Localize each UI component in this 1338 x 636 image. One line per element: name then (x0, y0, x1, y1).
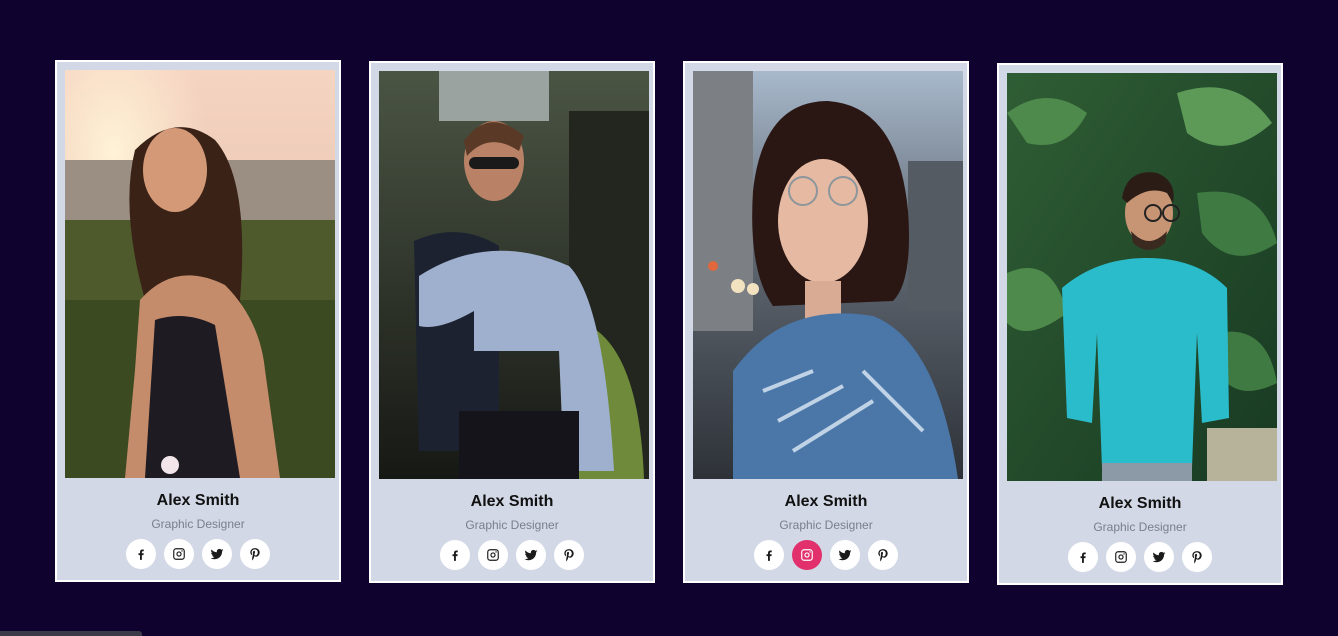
pinterest-icon (1192, 551, 1202, 564)
instagram-link[interactable] (478, 540, 508, 570)
profile-role: Graphic Designer (465, 518, 559, 532)
social-links (371, 540, 653, 570)
twitter-link[interactable] (830, 540, 860, 570)
pinterest-icon (878, 549, 888, 562)
twitter-link[interactable] (202, 539, 232, 569)
facebook-icon (766, 550, 772, 561)
instagram-link[interactable] (1106, 542, 1136, 572)
facebook-icon (138, 549, 144, 560)
profile-name: Alex Smith (784, 493, 868, 510)
profile-name: Alex Smith (470, 493, 554, 510)
profile-name: Alex Smith (156, 492, 240, 509)
social-links (999, 542, 1281, 572)
profile-photo (379, 71, 649, 479)
profile-photo (1007, 73, 1277, 481)
twitter-icon (1152, 551, 1166, 563)
social-links (685, 540, 967, 570)
profile-card: Alex Smith Graphic Designer (55, 60, 341, 582)
instagram-link[interactable] (792, 540, 822, 570)
facebook-link[interactable] (1068, 542, 1098, 572)
profile-name: Alex Smith (1098, 495, 1182, 512)
profile-role: Graphic Designer (779, 518, 873, 532)
instagram-icon (173, 548, 185, 560)
twitter-icon (838, 549, 852, 561)
twitter-link[interactable] (1144, 542, 1174, 572)
profile-card: Alex Smith Graphic Designer (997, 63, 1283, 585)
facebook-icon (1080, 552, 1086, 563)
twitter-link[interactable] (516, 540, 546, 570)
instagram-icon (1115, 551, 1127, 563)
instagram-link[interactable] (164, 539, 194, 569)
facebook-link[interactable] (126, 539, 156, 569)
pinterest-icon (564, 549, 574, 562)
pinterest-link[interactable] (240, 539, 270, 569)
twitter-icon (210, 548, 224, 560)
pinterest-link[interactable] (1182, 542, 1212, 572)
profile-card: Alex Smith Graphic Designer (369, 61, 655, 583)
profile-card: Alex Smith Graphic Designer (683, 61, 969, 583)
profile-role: Graphic Designer (1093, 520, 1187, 534)
pinterest-link[interactable] (554, 540, 584, 570)
instagram-icon (487, 549, 499, 561)
bottom-scroll-indicator (0, 631, 142, 636)
instagram-icon (801, 549, 813, 561)
facebook-link[interactable] (440, 540, 470, 570)
pinterest-link[interactable] (868, 540, 898, 570)
facebook-icon (452, 550, 458, 561)
profile-role: Graphic Designer (151, 517, 245, 531)
pinterest-icon (250, 548, 260, 561)
twitter-icon (524, 549, 538, 561)
profile-photo (693, 71, 963, 479)
facebook-link[interactable] (754, 540, 784, 570)
profile-photo (65, 70, 335, 478)
social-links (57, 539, 339, 569)
